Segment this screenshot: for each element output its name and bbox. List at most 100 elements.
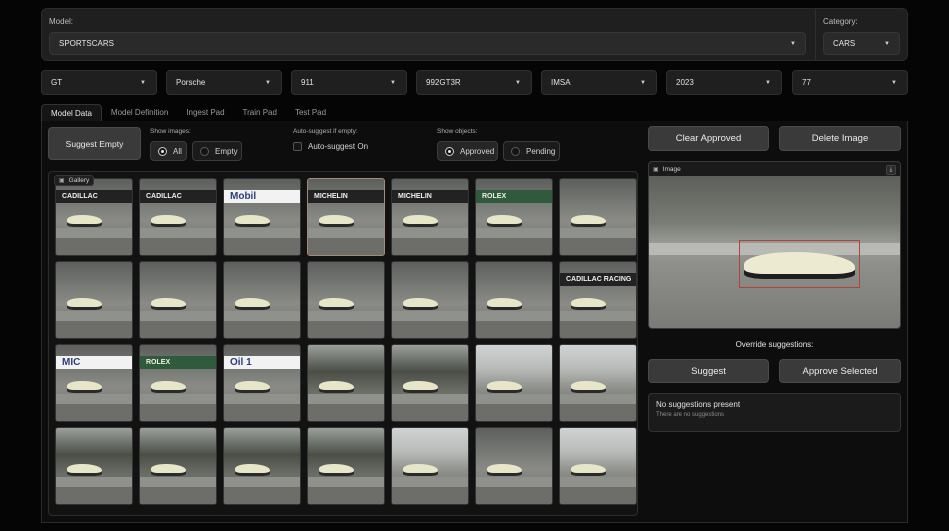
filter-value: 911 xyxy=(301,78,314,87)
thumbnail-wall xyxy=(140,393,216,405)
auto-suggest-checkbox[interactable]: Auto-suggest On xyxy=(293,142,368,151)
filter-select-model[interactable]: 911 ▼ xyxy=(291,70,407,95)
gallery-thumbnail[interactable] xyxy=(475,427,553,505)
thumbnail-track xyxy=(224,404,300,421)
gallery-badge: ▣ Gallery xyxy=(54,175,95,186)
radio-dot-icon xyxy=(158,146,167,156)
filter-select-series[interactable]: IMSA ▼ xyxy=(541,70,657,95)
gallery-thumbnail[interactable] xyxy=(307,261,385,339)
gallery-thumbnail[interactable] xyxy=(139,261,217,339)
thumbnail-wall xyxy=(140,227,216,239)
approve-selected-button[interactable]: Approve Selected xyxy=(779,359,901,383)
gallery-thumbnail[interactable] xyxy=(223,261,301,339)
filter-select-class[interactable]: GT ▼ xyxy=(41,70,157,95)
thumbnail-track xyxy=(560,238,636,255)
tab-model-data[interactable]: Model Data xyxy=(41,104,102,121)
thumbnail-track xyxy=(476,404,552,421)
thumbnail-wall xyxy=(140,310,216,322)
thumbnail-wall xyxy=(308,393,384,405)
gallery-thumbnail[interactable] xyxy=(559,344,637,422)
gallery-thumbnail[interactable] xyxy=(139,427,217,505)
gallery-thumbnail[interactable]: MICHELIN xyxy=(307,178,385,256)
divider xyxy=(815,9,816,60)
gallery-thumbnail[interactable]: Oil 1 xyxy=(223,344,301,422)
category-select-value: CARS xyxy=(833,39,856,48)
thumbnail-car xyxy=(570,381,606,393)
thumbnail-banner: MICHELIN xyxy=(308,189,384,204)
suggest-empty-button[interactable]: Suggest Empty xyxy=(48,127,141,160)
gallery-thumbnail[interactable]: ROLEX xyxy=(139,344,217,422)
radio-images-all[interactable]: All xyxy=(150,141,187,161)
gallery-thumbnail[interactable] xyxy=(55,261,133,339)
filter-select-year[interactable]: 2023 ▼ xyxy=(666,70,782,95)
gallery-thumbnail[interactable] xyxy=(307,344,385,422)
preview-photo[interactable] xyxy=(649,176,900,328)
model-label: Model: xyxy=(49,17,74,26)
image-badge: ▣ Image xyxy=(653,164,681,175)
filter-select-number[interactable]: 77 ▼ xyxy=(792,70,908,95)
thumbnail-wall xyxy=(560,310,636,322)
thumbnail-car xyxy=(234,464,270,476)
thumbnail-track xyxy=(560,404,636,421)
thumbnail-wall xyxy=(308,227,384,239)
gallery-thumbnail[interactable] xyxy=(475,344,553,422)
thumbnail-car xyxy=(402,464,438,476)
gallery-thumbnail[interactable] xyxy=(223,427,301,505)
thumbnail-wall xyxy=(476,393,552,405)
gallery-thumbnail[interactable]: CADILLAC xyxy=(139,178,217,256)
chevron-down-icon: ▼ xyxy=(790,40,796,47)
thumbnail-wall xyxy=(308,476,384,488)
chevron-down-icon: ▼ xyxy=(891,79,897,86)
thumbnail-car xyxy=(318,215,354,227)
thumbnail-car xyxy=(486,215,522,227)
radio-objects-pending[interactable]: Pending xyxy=(503,141,560,161)
suggestions-subtitle: There are no suggestions xyxy=(656,412,725,418)
gallery-thumbnail[interactable]: ROLEX xyxy=(475,178,553,256)
thumbnail-wall xyxy=(140,476,216,488)
thumbnail-wall xyxy=(560,476,636,488)
thumbnail-wall xyxy=(476,476,552,488)
download-icon[interactable]: ⤓ xyxy=(886,165,896,175)
chevron-down-icon: ▼ xyxy=(640,79,646,86)
thumbnail-banner: ROLEX xyxy=(476,189,552,204)
radio-objects-approved[interactable]: Approved xyxy=(437,141,498,161)
gallery-thumbnail[interactable] xyxy=(55,427,133,505)
category-select[interactable]: CARS ▼ xyxy=(823,32,900,55)
tab-ingest-pad[interactable]: Ingest Pad xyxy=(177,104,233,121)
delete-image-button[interactable]: Delete Image xyxy=(779,126,901,151)
thumbnail-car xyxy=(402,215,438,227)
thumbnail-car xyxy=(570,464,606,476)
image-icon: ▣ xyxy=(653,167,659,173)
gallery-thumbnail[interactable]: CADILLAC RACING xyxy=(559,261,637,339)
suggest-button[interactable]: Suggest xyxy=(648,359,769,383)
gallery-thumbnail[interactable] xyxy=(559,178,637,256)
thumbnail-wall xyxy=(224,476,300,488)
gallery-thumbnail[interactable] xyxy=(307,427,385,505)
gallery-thumbnail[interactable] xyxy=(391,261,469,339)
tab-test-pad[interactable]: Test Pad xyxy=(286,104,335,121)
gallery-thumbnail[interactable] xyxy=(391,344,469,422)
tab-train-pad[interactable]: Train Pad xyxy=(234,104,286,121)
gallery-thumbnail[interactable] xyxy=(391,427,469,505)
model-select[interactable]: SPORTSCARS ▼ xyxy=(49,32,806,55)
checkbox-label: Auto-suggest On xyxy=(308,142,369,151)
image-label: Image xyxy=(662,166,681,173)
thumbnail-wall xyxy=(224,310,300,322)
clear-approved-button[interactable]: Clear Approved xyxy=(648,126,769,151)
thumbnail-track xyxy=(140,487,216,504)
radio-images-empty[interactable]: Empty xyxy=(192,141,242,161)
gallery-thumbnail[interactable] xyxy=(559,427,637,505)
thumbnail-track xyxy=(56,487,132,504)
filter-select-make[interactable]: Porsche ▼ xyxy=(166,70,282,95)
gallery-thumbnail[interactable]: MICHELIN xyxy=(391,178,469,256)
gallery-thumbnail[interactable] xyxy=(475,261,553,339)
tab-model-definition[interactable]: Model Definition xyxy=(102,104,177,121)
gallery-thumbnail[interactable]: MIC xyxy=(55,344,133,422)
thumbnail-car xyxy=(486,298,522,310)
gallery-thumbnail[interactable]: CADILLAC xyxy=(55,178,133,256)
filter-value: 992GT3R xyxy=(426,78,461,87)
bounding-box[interactable] xyxy=(739,239,860,289)
gallery-thumbnail[interactable]: Mobil xyxy=(223,178,301,256)
thumbnail-car xyxy=(66,381,102,393)
filter-select-variant[interactable]: 992GT3R ▼ xyxy=(416,70,532,95)
